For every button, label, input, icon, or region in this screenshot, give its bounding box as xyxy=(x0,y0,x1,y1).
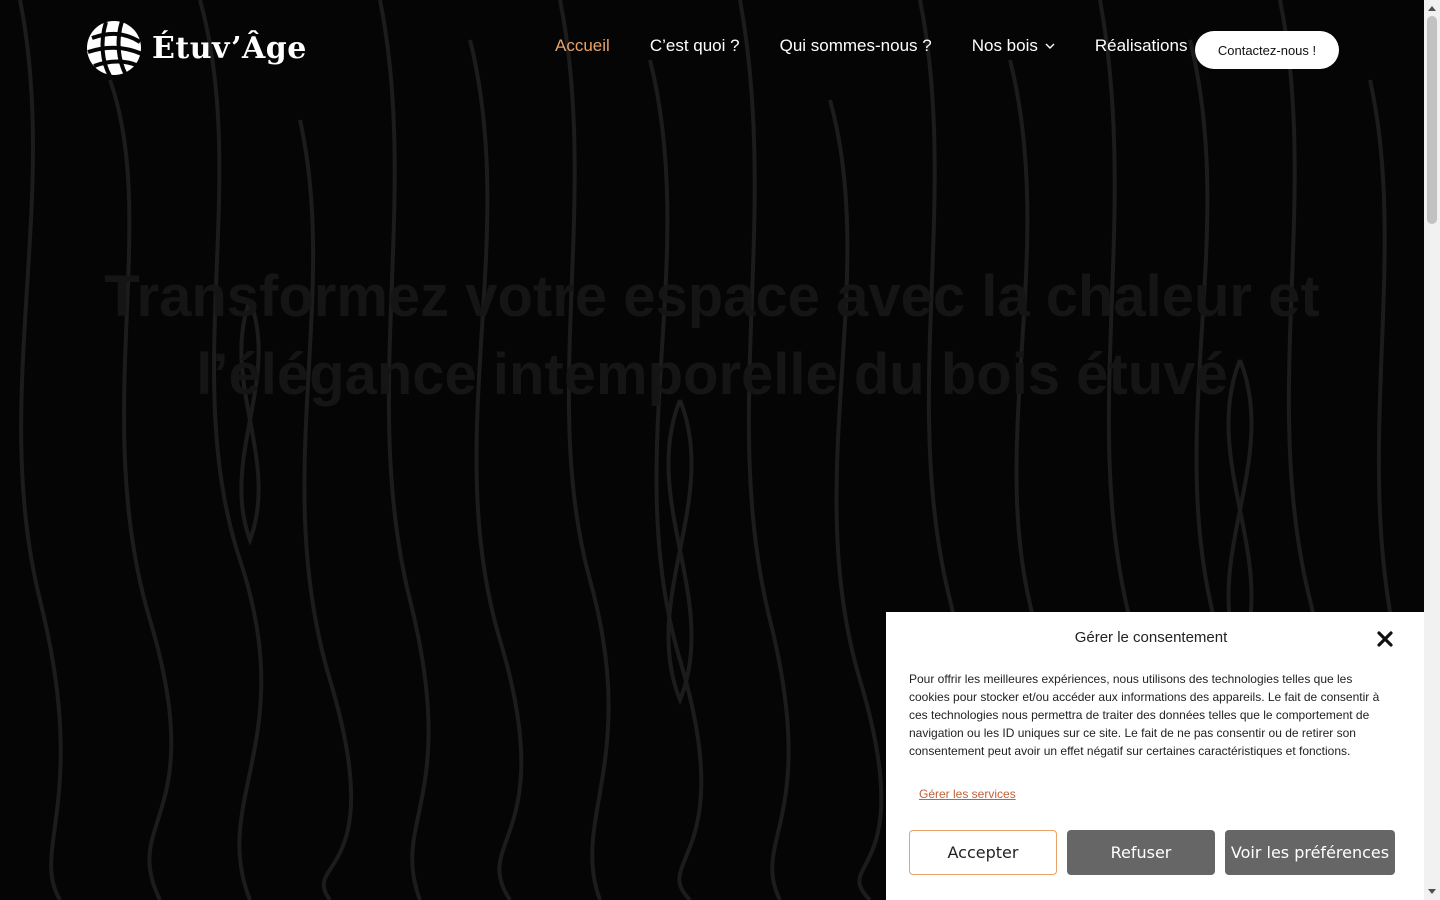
site-logo[interactable]: Étuv’Âge xyxy=(84,18,307,78)
globe-logo-icon xyxy=(87,20,143,77)
accept-button[interactable]: Accepter xyxy=(909,830,1057,875)
manage-services-link[interactable]: Gérer les services xyxy=(919,787,1016,801)
nav-item-nos-bois[interactable]: Nos bois xyxy=(972,36,1055,56)
nav-item-accueil[interactable]: Accueil xyxy=(555,36,610,56)
hero-title: Transformez votre espace avec la chaleur… xyxy=(104,264,1320,407)
nav-item-nos-bois-label: Nos bois xyxy=(971,36,1038,55)
refuse-button[interactable]: Refuser xyxy=(1067,830,1215,875)
scroll-up-arrow-icon[interactable] xyxy=(1424,0,1440,16)
nav-item-cest-quoi[interactable]: C’est quoi ? xyxy=(650,36,740,56)
consent-title: Gérer le consentement xyxy=(1074,629,1228,646)
logo-text: Étuv’Âge xyxy=(152,30,307,66)
contact-button[interactable]: Contactez-nous ! xyxy=(1195,31,1339,69)
site-header: Étuv’Âge Accueil C’est quoi ? Qui sommes… xyxy=(0,0,1424,100)
preferences-button[interactable]: Voir les préférences xyxy=(1225,830,1395,875)
nav-item-qui-sommes-nous[interactable]: Qui sommes-nous ? xyxy=(780,36,932,56)
main-nav: Accueil C’est quoi ? Qui sommes-nous ? N… xyxy=(555,36,1227,56)
nav-item-realisations[interactable]: Réalisations xyxy=(1095,36,1188,56)
consent-dialog: Gérer le consentement Pour offrir les me… xyxy=(886,612,1424,900)
scrollbar-thumb[interactable] xyxy=(1427,16,1437,224)
scroll-down-arrow-icon[interactable] xyxy=(1424,884,1440,900)
close-icon[interactable] xyxy=(1374,628,1396,650)
page: Étuv’Âge Accueil C’est quoi ? Qui sommes… xyxy=(0,0,1424,900)
consent-text: Pour offrir les meilleures expériences, … xyxy=(909,672,1380,758)
chevron-down-icon xyxy=(1045,43,1055,49)
vertical-scrollbar[interactable] xyxy=(1424,0,1440,900)
